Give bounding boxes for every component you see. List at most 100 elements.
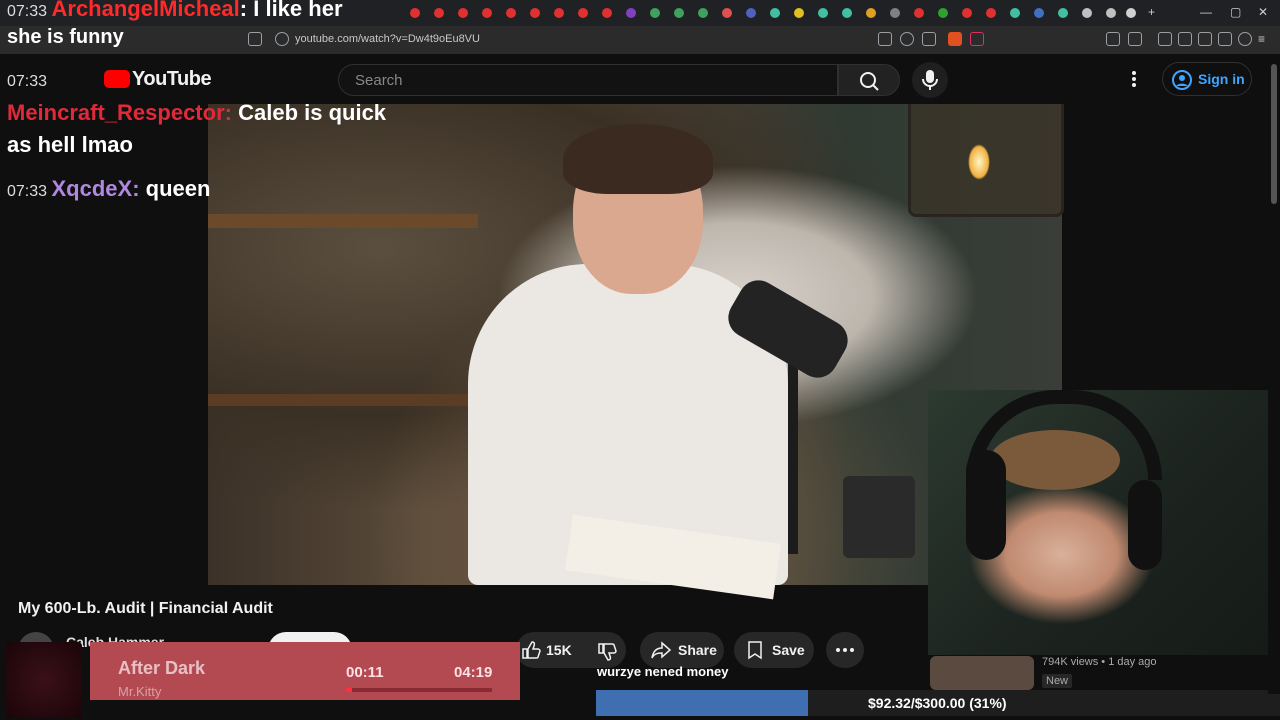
tab-icon[interactable]	[626, 8, 636, 18]
minimize-icon[interactable]: —	[1200, 5, 1212, 19]
track-timer: 00:11 04:19	[310, 642, 520, 700]
tab-icon[interactable]	[914, 8, 924, 18]
chat-message: Meincraft_Respector: Caleb is quick	[7, 100, 386, 126]
tab-icon[interactable]	[986, 8, 996, 18]
tab-icon[interactable]	[458, 8, 468, 18]
settings-menu-button[interactable]	[1124, 66, 1144, 92]
tab-icon[interactable]	[434, 8, 444, 18]
bookmark-save-icon	[748, 641, 762, 660]
track-title: After Dark	[118, 658, 206, 678]
share-page-icon[interactable]	[922, 32, 936, 46]
chat-message: 07:33 ArchangelMicheal: I like her	[7, 0, 343, 22]
tab-icon[interactable]	[1082, 8, 1092, 18]
share-icon	[651, 641, 672, 659]
chat-text: Caleb is quick	[238, 100, 387, 125]
tab-icon[interactable]	[410, 8, 420, 18]
zoom-icon[interactable]	[900, 32, 914, 46]
tab-icon[interactable]	[554, 8, 564, 18]
share-label: Share	[678, 642, 717, 658]
video-scene-shelf	[208, 394, 478, 406]
tab-icon[interactable]	[866, 8, 876, 18]
tab-icon[interactable]	[962, 8, 972, 18]
tab-icon[interactable]	[890, 8, 900, 18]
search-input[interactable]	[353, 71, 827, 90]
tab-icon[interactable]	[578, 8, 588, 18]
vpn-icon[interactable]	[1238, 32, 1252, 46]
chat-time: 07:33	[7, 183, 48, 200]
account-icon	[1172, 70, 1192, 90]
search-box[interactable]	[338, 64, 838, 96]
save-button[interactable]: Save	[734, 632, 814, 668]
thumbs-down-icon[interactable]	[596, 642, 618, 662]
sidebar-icon[interactable]	[1178, 32, 1192, 46]
tab-icon[interactable]	[602, 8, 612, 18]
more-horiz-icon	[836, 648, 854, 652]
video-scene-bulb	[968, 144, 990, 180]
sign-in-button[interactable]: Sign in	[1162, 62, 1252, 96]
tab-icon[interactable]	[1034, 8, 1044, 18]
tab-icon[interactable]	[818, 8, 828, 18]
tab-icon[interactable]	[530, 8, 540, 18]
tab-icon[interactable]	[842, 8, 852, 18]
like-dislike-group: 15K	[516, 632, 626, 668]
chat-text: as hell lmao	[7, 132, 133, 157]
tab-icon[interactable]	[794, 8, 804, 18]
brave-shield-icon[interactable]	[948, 32, 962, 46]
like-count[interactable]: 15K	[546, 642, 572, 658]
close-icon[interactable]: ✕	[1258, 5, 1268, 19]
youtube-header: YouTube Sign in	[0, 54, 1280, 104]
leo-icon[interactable]	[1218, 32, 1232, 46]
video-mic-stand	[788, 354, 798, 554]
tab-icon[interactable]	[770, 8, 780, 18]
rewards-icon[interactable]	[970, 32, 984, 46]
page-scrollbar[interactable]	[1268, 54, 1280, 694]
tab-icon[interactable]	[650, 8, 660, 18]
track-current-time: 00:11	[346, 664, 384, 681]
url-text[interactable]: youtube.com/watch?v=Dw4t9oEu8VU	[295, 33, 480, 45]
tab-icon[interactable]	[1010, 8, 1020, 18]
microphone-icon	[922, 70, 938, 90]
more-vert-icon	[1132, 71, 1136, 87]
webcam-headphone-right	[1128, 480, 1162, 570]
thumbs-up-icon[interactable]	[520, 640, 542, 660]
track-info: After Dark Mr.Kitty	[90, 642, 310, 700]
new-tab-icon[interactable]: +	[1148, 5, 1155, 19]
share-button[interactable]: Share	[640, 632, 724, 668]
more-actions-button[interactable]	[826, 632, 864, 668]
youtube-logo[interactable]: YouTube	[104, 68, 212, 91]
scrollbar-thumb[interactable]	[1271, 64, 1277, 204]
youtube-play-icon	[104, 70, 130, 88]
tab-icon[interactable]	[674, 8, 684, 18]
tab-icon[interactable]	[938, 8, 948, 18]
tab-icon[interactable]	[506, 8, 516, 18]
tab-icon[interactable]	[1126, 8, 1136, 18]
chat-time: 07:33	[7, 73, 48, 90]
search-button[interactable]	[838, 64, 900, 96]
tab-icon[interactable]	[1106, 8, 1116, 18]
maximize-icon[interactable]: ▢	[1230, 5, 1241, 19]
chat-time: 07:33	[7, 3, 48, 20]
tab-icon[interactable]	[722, 8, 732, 18]
site-info-icon[interactable]	[275, 32, 289, 46]
video-person-hair	[563, 124, 713, 194]
donation-goal-text: $92.32/$300.00 (31%)	[868, 695, 1007, 711]
chat-text: queen	[145, 176, 211, 201]
tab-icon[interactable]	[698, 8, 708, 18]
tab-icon[interactable]	[482, 8, 492, 18]
media-icon[interactable]	[1158, 32, 1172, 46]
extensions-icon[interactable]	[1106, 32, 1120, 46]
recommendation-thumbnail[interactable]	[930, 656, 1034, 690]
track-total-time: 04:19	[454, 664, 493, 681]
menu-icon[interactable]: ≡	[1258, 32, 1265, 46]
cast-icon[interactable]	[878, 32, 892, 46]
donation-message: wurzye nened money	[597, 664, 729, 679]
wallet-icon[interactable]	[1198, 32, 1212, 46]
tab-icon[interactable]	[1058, 8, 1068, 18]
chat-colon: :	[132, 176, 146, 201]
screenshot-icon[interactable]	[1128, 32, 1142, 46]
search-icon	[860, 72, 879, 91]
voice-search-button[interactable]	[912, 62, 948, 98]
save-label: Save	[772, 642, 805, 658]
bookmark-icon[interactable]	[248, 32, 262, 46]
tab-icon[interactable]	[746, 8, 756, 18]
